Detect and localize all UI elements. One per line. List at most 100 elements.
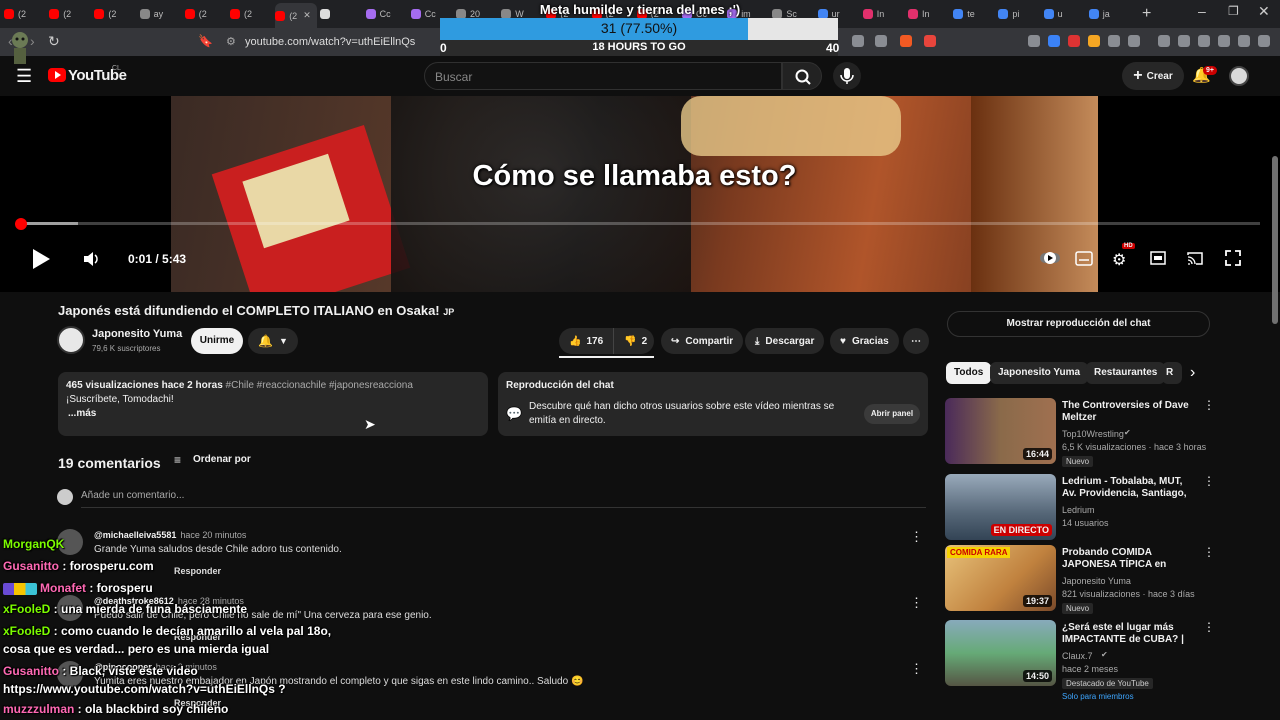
share-button[interactable]: ↪ Compartir [661, 328, 744, 354]
thanks-button[interactable]: ♥ Gracias [830, 328, 899, 354]
filter-chip[interactable]: Restaurantes [1086, 362, 1166, 384]
chevron-right-icon[interactable]: › [1190, 364, 1195, 382]
mute-button[interactable] [82, 250, 100, 268]
avatar[interactable] [1229, 66, 1249, 86]
create-button[interactable]: + Crear [1122, 62, 1184, 90]
browser-tab[interactable]: pi [998, 4, 1038, 24]
more-vertical-icon[interactable]: ⋮ [910, 661, 923, 677]
video-thumbnail[interactable]: COMIDA RARA 19:37 [945, 545, 1056, 611]
browser-tab[interactable]: In [862, 4, 903, 24]
maximize-icon[interactable]: ❐ [1228, 4, 1239, 18]
site-info-icon[interactable]: ⚙ [226, 35, 236, 48]
like-button[interactable]: 👍 176 [559, 328, 615, 354]
leo-icon[interactable] [1218, 35, 1230, 47]
rewards-icon[interactable] [924, 35, 936, 47]
sort-button[interactable]: Ordenar por [193, 454, 251, 465]
close-window-icon[interactable]: ✕ [1258, 3, 1270, 20]
music-icon[interactable] [1158, 35, 1170, 47]
fullscreen-button[interactable] [1225, 250, 1241, 266]
search-input[interactable]: Buscar [424, 62, 782, 90]
theater-mode-button[interactable] [1150, 251, 1166, 265]
filter-chip[interactable]: R [1162, 362, 1182, 384]
comment-username[interactable]: @michaelleiva5581 [94, 530, 176, 540]
wallet-icon[interactable] [1198, 35, 1210, 47]
related-title[interactable]: ¿Será este el lugar más IMPACTANTE de CU… [1062, 622, 1194, 646]
subtitles-button[interactable] [1075, 251, 1093, 266]
related-video[interactable]: 14:50 ¿Será este el lugar más IMPACTANTE … [945, 620, 1215, 701]
filter-chip[interactable]: Todos [946, 362, 992, 384]
menu-icon[interactable] [1258, 35, 1270, 47]
extension-icon[interactable] [1088, 35, 1100, 47]
add-comment-input[interactable]: Añade un comentario... [81, 490, 926, 508]
browser-tab[interactable] [320, 4, 360, 24]
brave-shield-icon[interactable] [900, 35, 912, 47]
browser-tab[interactable]: (2 ✕ [275, 3, 318, 28]
browser-tab[interactable]: ay [139, 4, 180, 24]
video-thumbnail[interactable]: EN DIRECTO [945, 474, 1056, 540]
browser-tab[interactable]: (2 [184, 4, 225, 24]
extension-icon[interactable] [1128, 35, 1140, 47]
browser-tab[interactable]: In [908, 4, 948, 24]
youtube-logo-icon[interactable] [48, 68, 66, 82]
related-title[interactable]: Probando COMIDA JAPONESA TÍPICA en Tokus… [1062, 547, 1194, 571]
browser-tab[interactable]: ja [1088, 4, 1129, 24]
sidebar-icon[interactable] [1178, 35, 1190, 47]
bookmark-icon[interactable]: 🔖 [198, 34, 213, 48]
hashtags[interactable]: #Chile #reaccionachile #japonesreacciona [226, 380, 413, 391]
video-thumbnail[interactable]: 14:50 [945, 620, 1056, 686]
download-button[interactable]: ⤓ Descargar [745, 328, 825, 354]
open-panel-button[interactable]: Abrir panel [864, 404, 920, 424]
extension-icon[interactable] [1048, 35, 1060, 47]
settings-gear-icon[interactable]: ⚙ [1112, 250, 1126, 270]
join-button[interactable]: Unirme [191, 328, 243, 354]
browser-tab[interactable]: Cc [365, 4, 406, 24]
more-vertical-icon[interactable]: ⋮ [1203, 545, 1215, 559]
sort-icon[interactable]: ≡ [174, 453, 181, 467]
install-icon[interactable] [852, 35, 864, 47]
show-chat-replay-button[interactable]: Mostrar reproducción del chat [947, 311, 1210, 337]
cast-button[interactable] [1187, 251, 1203, 265]
more-vertical-icon[interactable]: ⋮ [910, 529, 923, 545]
minimize-icon[interactable]: – [1198, 3, 1206, 19]
related-title[interactable]: The Controversies of Dave Meltzer [1062, 400, 1194, 424]
description-box[interactable]: 465 visualizaciones hace 2 horas #Chile … [58, 372, 488, 436]
related-video[interactable]: COMIDA RARA 19:37 Probando COMIDA JAPONESA… [945, 545, 1215, 614]
browser-tab[interactable]: (2 [230, 4, 270, 24]
extension-icon[interactable] [1028, 35, 1040, 47]
extension-icon[interactable] [1068, 35, 1080, 47]
related-channel[interactable]: Japonesito Yuma [1062, 576, 1131, 586]
related-channel[interactable]: Claux.7 [1062, 651, 1093, 661]
reply-button[interactable]: Responder [174, 566, 221, 576]
close-tab-icon[interactable]: ✕ [303, 10, 311, 21]
more-actions-button[interactable]: ⋯ [903, 328, 929, 354]
comment-author[interactable]: @michaelleiva5581 hace 20 minutos [94, 530, 246, 540]
channel-avatar[interactable] [57, 326, 85, 354]
share-icon[interactable] [875, 35, 887, 47]
browser-tab[interactable]: te [953, 4, 993, 24]
video-frame[interactable] [171, 96, 1098, 292]
more-vertical-icon[interactable]: ⋮ [910, 595, 923, 611]
more-vertical-icon[interactable]: ⋮ [1203, 620, 1215, 634]
extension-icon[interactable] [1108, 35, 1120, 47]
page-scrollbar[interactable] [1272, 156, 1278, 324]
channel-name[interactable]: Japonesito Yuma [92, 328, 182, 340]
vpn-icon[interactable] [1238, 35, 1250, 47]
related-title[interactable]: Ledrium - Tobalaba, MUT, Av. Providencia… [1062, 476, 1194, 500]
subscribed-button[interactable]: 🔔 ▼ [248, 328, 298, 354]
more-vertical-icon[interactable]: ⋮ [1203, 474, 1215, 488]
video-thumbnail[interactable]: 16:44 [945, 398, 1056, 464]
voice-search-button[interactable] [833, 62, 861, 90]
search-button[interactable] [782, 62, 822, 90]
browser-tab[interactable]: (2 [94, 4, 134, 24]
dislike-button[interactable]: 👎 2 [614, 328, 657, 354]
related-channel[interactable]: Top10Wrestling [1062, 429, 1124, 439]
related-video[interactable]: EN DIRECTO Ledrium - Tobalaba, MUT, Av. P… [945, 474, 1215, 540]
play-button[interactable] [30, 248, 52, 270]
related-video[interactable]: 16:44 The Controversies of Dave Meltzer To… [945, 398, 1215, 467]
more-vertical-icon[interactable]: ⋮ [1203, 398, 1215, 412]
scrubber-handle[interactable] [15, 218, 27, 230]
autoplay-toggle[interactable] [1040, 250, 1060, 266]
show-more-link[interactable]: ...más [66, 408, 480, 419]
related-channel[interactable]: Ledrium [1062, 505, 1095, 515]
browser-tab[interactable]: u [1043, 4, 1084, 24]
